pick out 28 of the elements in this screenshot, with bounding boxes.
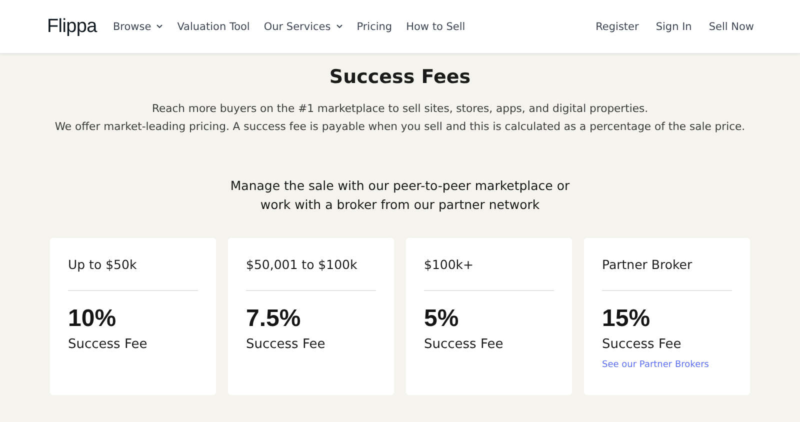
nav-link[interactable]: Sign In (656, 20, 692, 32)
nav-link[interactable]: Valuation Tool (177, 20, 250, 32)
logo[interactable]: Flippa (47, 16, 97, 38)
intro-text: We offer market-leading pricing. A success fee is payable when you sell and this is calculated as a percentage of the sale price. (54, 119, 746, 135)
chevron-down-icon (336, 24, 343, 29)
price-range: Partner Broker (602, 257, 694, 274)
nav-link[interactable]: Register (596, 20, 639, 32)
nav-link[interactable]: Our Services (264, 20, 343, 32)
price-range: $50,001 to $100k (246, 257, 358, 274)
fee-label: Success Fee (424, 337, 504, 352)
fee-rate: 5% (424, 305, 460, 333)
nav-link[interactable]: Pricing (356, 20, 392, 32)
nav-link[interactable]: How to Sell (406, 20, 466, 32)
partner-link[interactable]: See our Partner Brokers (602, 360, 709, 370)
intro-text: Reach more buyers on the #1 marketplace to sell sites, stores, apps, and digital properties. (150, 101, 650, 117)
nav-link[interactable]: Sell Now (708, 20, 754, 32)
fee-label: Success Fee (68, 337, 148, 352)
subtitle-text: Manage the sale with our peer-to-peer marketplace or work with a broker from our partner network (229, 177, 571, 214)
page-title: Success Fees (328, 66, 472, 88)
price-range: Up to $50k (68, 257, 138, 274)
nav-link[interactable]: Browse (112, 20, 164, 32)
fee-rate: 10% (68, 305, 118, 333)
chevron-down-icon (156, 24, 164, 29)
fee-rate: 7.5% (246, 305, 302, 333)
fee-label: Success Fee (246, 337, 326, 352)
fee-rate: 15% (602, 305, 652, 333)
fee-label: Success Fee (602, 337, 682, 352)
price-range: $100k+ (424, 257, 475, 274)
